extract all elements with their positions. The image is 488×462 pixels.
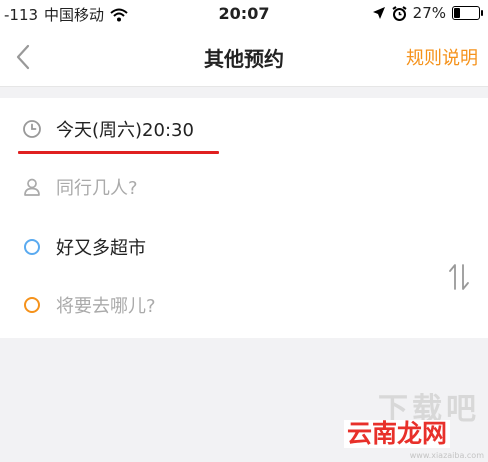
destination-row[interactable]: 将要去哪儿? [0, 276, 488, 334]
person-icon [22, 177, 42, 197]
rules-link[interactable]: 规则说明 [406, 44, 478, 70]
origin-value: 好又多超市 [56, 238, 146, 259]
clock-icon [22, 119, 42, 139]
destination-input: 将要去哪儿? [56, 296, 156, 317]
watermark-domain: www.xiazaiba.com [409, 451, 484, 460]
nav-bar: 其他预约 规则说明 [0, 28, 488, 87]
people-input: 同行几人? [56, 178, 138, 199]
swap-arrows-icon [449, 264, 469, 290]
people-row[interactable]: 同行几人? [0, 158, 488, 216]
time-row[interactable]: 今天(周六)20:30 [0, 100, 488, 158]
destination-marker-icon [22, 295, 42, 315]
booking-form: 今天(周六)20:30 同行几人? 好又多超市 将要去哪儿? [0, 98, 488, 338]
status-right: 27% [372, 4, 483, 22]
watermark: 下载吧 云南龙网 www.xiazaiba.com [344, 384, 488, 462]
alarm-clock-icon [392, 5, 407, 21]
battery-fill [454, 8, 461, 18]
location-arrow-icon [372, 7, 385, 19]
watermark-brand: 云南龙网 [344, 420, 451, 448]
swap-button[interactable] [448, 262, 470, 292]
status-bar: -113 中国移动 20:07 27% [0, 0, 488, 28]
origin-marker-icon [22, 237, 42, 257]
time-value: 今天(周六)20:30 [56, 120, 194, 141]
origin-row[interactable]: 好又多超市 [0, 218, 488, 276]
battery-percent: 27% [412, 4, 446, 22]
highlight-underline [18, 151, 219, 154]
battery-icon [452, 6, 483, 20]
